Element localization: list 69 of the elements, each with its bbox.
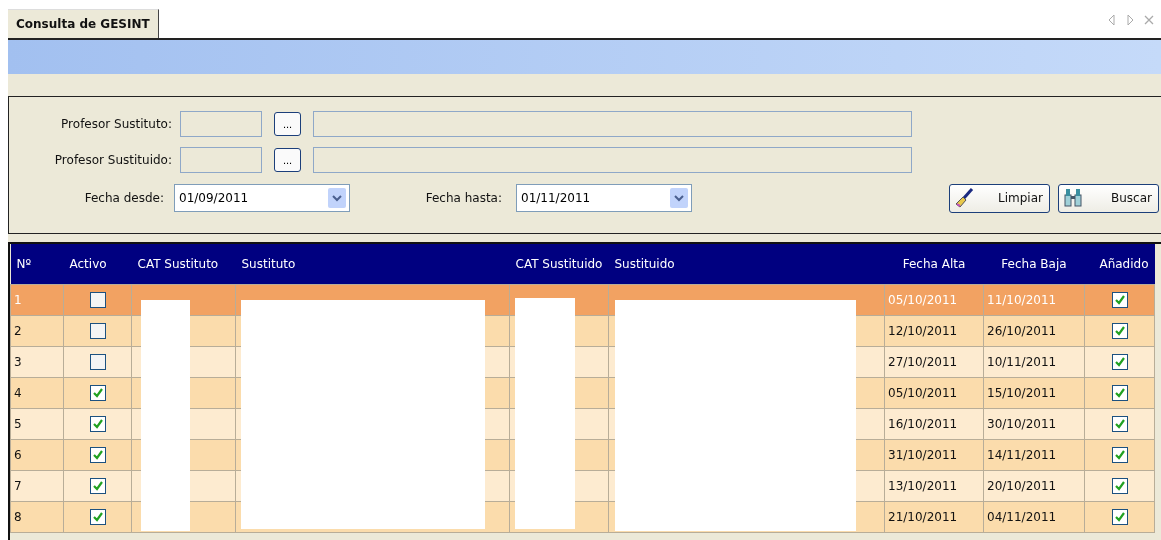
checkbox[interactable]	[1111, 508, 1128, 525]
table-cell: 11/10/2011	[987, 292, 1057, 307]
search-button[interactable]: Buscar	[1058, 183, 1159, 213]
clear-button[interactable]: Limpiar	[949, 183, 1050, 213]
table-cell: 1	[14, 292, 22, 307]
date-picker[interactable]: 01/09/2011	[174, 184, 350, 212]
table-cell: 05/10/2011	[888, 292, 958, 307]
table-cell: 8	[14, 509, 22, 524]
column-header[interactable]: Fecha Alta	[884, 244, 984, 284]
left-arrow-icon	[1107, 14, 1118, 26]
table-cell: 30/10/2011	[987, 416, 1057, 431]
table-cell: 5	[14, 416, 22, 431]
table-cell: 13/10/2011	[888, 478, 958, 493]
binoculars-icon	[1063, 187, 1085, 209]
date-label: Fecha hasta:	[424, 191, 503, 205]
column-header[interactable]: CAT Sustituido	[509, 244, 609, 284]
table-cell: 31/10/2011	[888, 447, 958, 462]
brush-icon	[954, 187, 976, 209]
checkbox[interactable]	[89, 477, 106, 494]
checkbox[interactable]	[89, 322, 106, 339]
table-cell: 12/10/2011	[888, 323, 958, 338]
table-cell: 04/11/2011	[987, 509, 1057, 524]
code-field[interactable]	[180, 111, 262, 137]
table-cell: 7	[14, 478, 22, 493]
code-field[interactable]	[180, 147, 262, 173]
table-cell: 6	[14, 447, 22, 462]
checkbox[interactable]	[1111, 384, 1128, 401]
checkbox[interactable]	[1111, 291, 1128, 308]
checkbox[interactable]	[1111, 415, 1128, 432]
table-cell: 16/10/2011	[888, 416, 958, 431]
table-cell: 15/10/2011	[987, 385, 1057, 400]
checkbox[interactable]	[89, 508, 106, 525]
table-cell: 21/10/2011	[888, 509, 958, 524]
checkbox[interactable]	[89, 291, 106, 308]
table-cell: 14/11/2011	[987, 447, 1057, 462]
checkbox[interactable]	[89, 353, 106, 370]
checkbox[interactable]	[89, 415, 106, 432]
name-field[interactable]	[313, 147, 912, 173]
column-header[interactable]: Activo	[63, 244, 132, 284]
table-cell: 05/10/2011	[888, 385, 958, 400]
browse-button[interactable]: ...	[274, 148, 301, 172]
column-header[interactable]: Fecha Baja	[983, 244, 1085, 284]
checkbox[interactable]	[1111, 322, 1128, 339]
checkbox[interactable]	[1111, 353, 1128, 370]
date-picker[interactable]: 01/11/2011	[516, 184, 692, 212]
column-header[interactable]: Añadido	[1084, 244, 1155, 284]
checkbox[interactable]	[89, 384, 106, 401]
column-header[interactable]: Sustituido	[608, 244, 885, 284]
checkbox[interactable]	[1111, 446, 1128, 463]
table-cell: 26/10/2011	[987, 323, 1057, 338]
checkbox[interactable]	[89, 446, 106, 463]
tab[interactable]: Consulta de GESINT	[8, 9, 159, 38]
table-cell: 4	[14, 385, 22, 400]
checkbox[interactable]	[1111, 477, 1128, 494]
table-cell: 3	[14, 354, 22, 369]
column-header[interactable]: CAT Sustituto	[131, 244, 236, 284]
name-field[interactable]	[313, 111, 912, 137]
browse-button[interactable]: ...	[274, 112, 301, 136]
table-cell: 2	[14, 323, 22, 338]
date-label: Fecha desde:	[83, 191, 165, 205]
right-arrow-icon	[1125, 14, 1136, 26]
close-icon	[1143, 14, 1154, 26]
field-label: Profesor Sustituto:	[60, 117, 173, 131]
table-cell: 27/10/2011	[888, 354, 958, 369]
field-label: Profesor Sustituido:	[53, 153, 173, 167]
column-header[interactable]: Sustituto	[235, 244, 510, 284]
column-header[interactable]: Nº	[10, 244, 64, 284]
table-cell: 20/10/2011	[987, 478, 1057, 493]
table-cell: 10/11/2011	[987, 354, 1057, 369]
